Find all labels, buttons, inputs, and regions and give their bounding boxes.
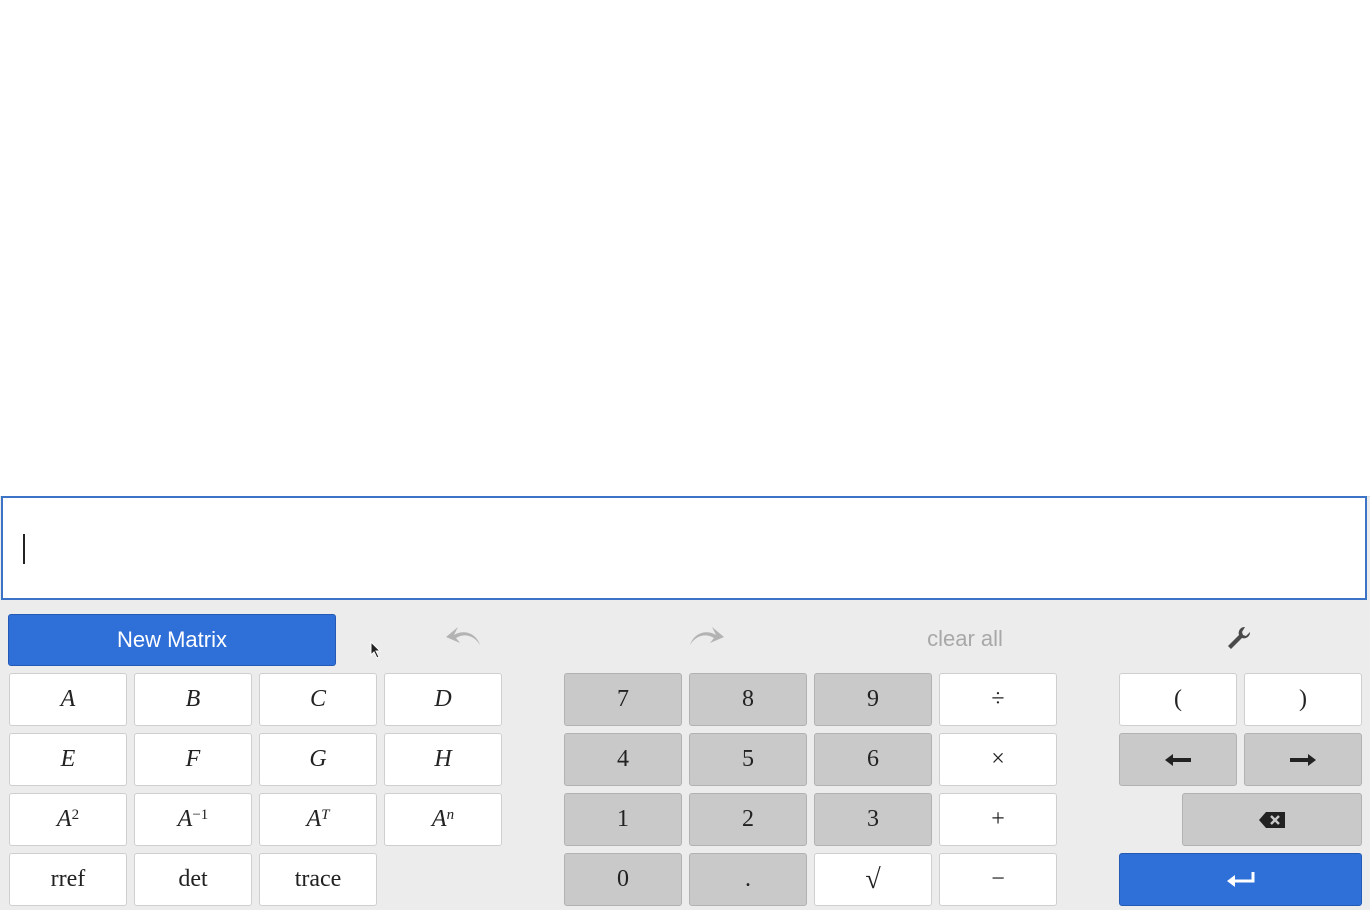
key-power[interactable]: An: [384, 793, 502, 846]
mouse-pointer-icon: [370, 641, 382, 659]
key-transpose[interactable]: AT: [259, 793, 377, 846]
key-left-arrow[interactable]: [1119, 733, 1237, 786]
key-matrix-b[interactable]: B: [134, 673, 252, 726]
key-matrix-h[interactable]: H: [384, 733, 502, 786]
key-left-paren[interactable]: (: [1119, 673, 1237, 726]
key-right-arrow[interactable]: [1244, 733, 1362, 786]
backspace-icon: [1259, 811, 1285, 828]
key-minus[interactable]: −: [939, 853, 1057, 906]
key-inverse[interactable]: A −1: [134, 793, 252, 846]
square-base: A: [56, 806, 72, 832]
key-plus[interactable]: +: [939, 793, 1057, 846]
inverse-base: A: [177, 806, 193, 832]
key-trace[interactable]: trace: [259, 853, 377, 906]
transpose-exponent: T: [321, 807, 330, 823]
new-matrix-button[interactable]: New Matrix: [8, 614, 336, 666]
arrow-right-icon: [1290, 753, 1316, 766]
key-matrix-c[interactable]: C: [259, 673, 377, 726]
key-2[interactable]: 2: [689, 793, 807, 846]
clear-all-button[interactable]: clear all: [900, 626, 1030, 652]
square-exponent: 2: [71, 807, 80, 823]
key-1[interactable]: 1: [564, 793, 682, 846]
keypad-toolbar: New Matrix clear all: [0, 604, 1370, 670]
key-sqrt[interactable]: √: [814, 853, 932, 906]
power-exponent: n: [446, 807, 455, 823]
key-decimal[interactable]: .: [689, 853, 807, 906]
undo-icon[interactable]: [440, 618, 488, 654]
key-matrix-a[interactable]: A: [9, 673, 127, 726]
key-3[interactable]: 3: [814, 793, 932, 846]
arrow-left-icon: [1165, 753, 1191, 766]
text-cursor: [23, 534, 25, 564]
key-matrix-f[interactable]: F: [134, 733, 252, 786]
power-base: A: [431, 806, 447, 832]
key-enter[interactable]: [1119, 853, 1362, 906]
key-det[interactable]: det: [134, 853, 252, 906]
expression-input[interactable]: [1, 496, 1367, 600]
key-matrix-d[interactable]: D: [384, 673, 502, 726]
key-9[interactable]: 9: [814, 673, 932, 726]
key-rref[interactable]: rref: [9, 853, 127, 906]
key-multiply[interactable]: ×: [939, 733, 1057, 786]
expression-list-area: [0, 0, 1370, 497]
key-right-paren[interactable]: ): [1244, 673, 1362, 726]
redo-icon[interactable]: [682, 618, 730, 654]
enter-icon: [1226, 871, 1254, 887]
key-6[interactable]: 6: [814, 733, 932, 786]
key-backspace[interactable]: [1182, 793, 1362, 846]
key-7[interactable]: 7: [564, 673, 682, 726]
wrench-icon[interactable]: [1220, 622, 1256, 654]
key-square[interactable]: A2: [9, 793, 127, 846]
key-0[interactable]: 0: [564, 853, 682, 906]
key-5[interactable]: 5: [689, 733, 807, 786]
key-divide[interactable]: ÷: [939, 673, 1057, 726]
key-matrix-e[interactable]: E: [9, 733, 127, 786]
inverse-exponent: −1: [192, 807, 209, 823]
key-matrix-g[interactable]: G: [259, 733, 377, 786]
key-8[interactable]: 8: [689, 673, 807, 726]
key-4[interactable]: 4: [564, 733, 682, 786]
transpose-base: A: [306, 806, 322, 832]
